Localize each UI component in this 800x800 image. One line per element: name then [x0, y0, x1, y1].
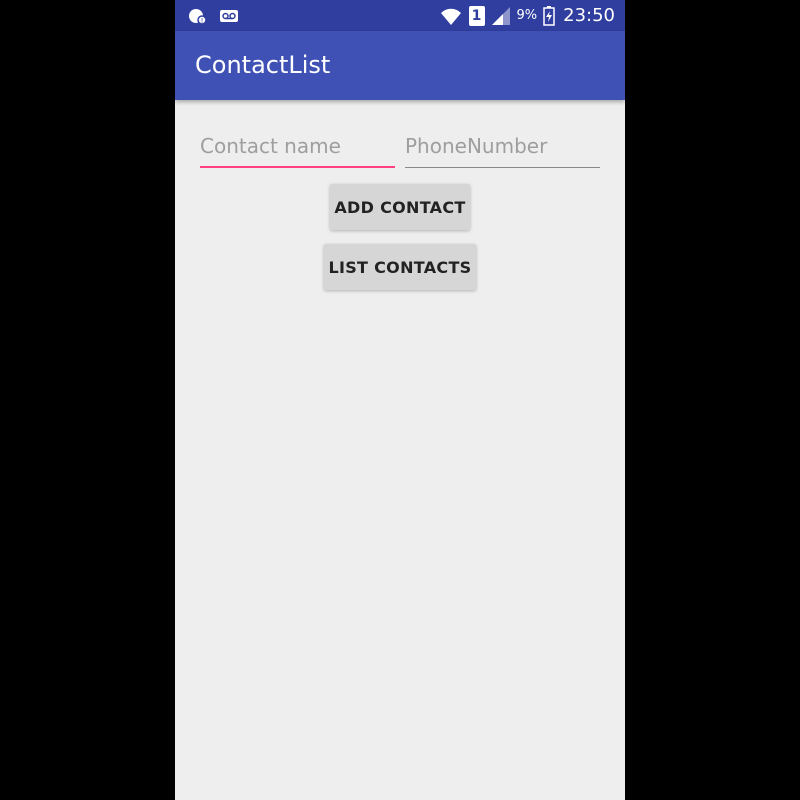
wifi-icon [439, 5, 463, 27]
phone-number-input[interactable] [405, 128, 600, 164]
voicemail-icon [219, 6, 239, 26]
app-bar: ContactList [175, 31, 625, 100]
phone-number-field [405, 128, 600, 168]
battery-percent: 9% [516, 8, 538, 23]
battery-charging-icon [543, 5, 555, 26]
notification-badge-icon: ! [187, 6, 207, 26]
svg-text:!: ! [201, 17, 204, 25]
add-contact-button[interactable]: ADD CONTACT [330, 184, 470, 230]
list-contacts-button[interactable]: LIST CONTACTS [324, 244, 476, 290]
contact-name-input[interactable] [200, 128, 395, 164]
status-clock: 23:50 [563, 5, 615, 26]
signal-icon [491, 6, 511, 26]
sim-icon: 1 [468, 5, 485, 26]
status-left-icons: ! [187, 0, 239, 31]
app-title: ContactList [195, 51, 331, 79]
app-screen: ! 1 9% 23:50 ContactList Contact name Ph… [175, 0, 625, 800]
phone-number-underline [405, 167, 600, 168]
contact-name-field [200, 128, 395, 168]
status-right-icons: 1 9% 23:50 [439, 0, 615, 31]
contact-name-underline [200, 166, 395, 168]
status-bar: ! 1 9% 23:50 [175, 0, 625, 31]
